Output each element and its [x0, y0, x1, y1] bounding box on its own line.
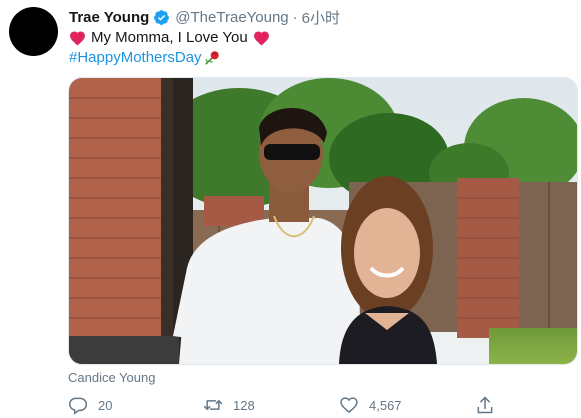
tweet-timestamp[interactable]: 6小时	[302, 7, 340, 28]
retweet-icon	[203, 400, 223, 410]
user-handle[interactable]: @TheTraeYoung	[175, 9, 288, 26]
retweet-button[interactable]: 128	[203, 395, 255, 415]
display-name[interactable]: Trae Young	[69, 9, 149, 26]
tweet-hashtag-line: #HappyMothersDay	[69, 48, 221, 68]
reply-button[interactable]: 20	[68, 395, 112, 415]
tweet-message: My Momma, I Love You	[91, 29, 248, 46]
red-heart-icon	[69, 30, 86, 46]
retweet-count: 128	[233, 397, 255, 413]
share-icon	[477, 396, 493, 414]
avatar[interactable]	[9, 7, 58, 56]
separator-dot: ·	[292, 8, 298, 26]
like-icon	[340, 397, 358, 414]
red-heart-icon	[253, 30, 270, 46]
like-button[interactable]: 4,567	[339, 395, 402, 415]
verified-badge-icon	[153, 9, 170, 26]
photo-caption[interactable]: Candice Young	[68, 370, 155, 385]
tweet: Trae Young @TheTraeYoung · 6小时 My Momma,…	[0, 0, 581, 418]
rose-icon	[203, 49, 221, 67]
tweet-text: My Momma, I Love You	[69, 28, 270, 48]
reply-count: 20	[98, 397, 113, 413]
tweet-header: Trae Young @TheTraeYoung · 6小时	[69, 7, 340, 27]
hashtag-link[interactable]: #HappyMothersDay	[69, 48, 202, 68]
like-count: 4,567	[369, 397, 402, 413]
share-button[interactable]	[475, 395, 505, 415]
tweet-photo[interactable]	[68, 77, 578, 365]
tweet-actions: 20 128 4,567	[68, 395, 576, 417]
reply-icon	[68, 397, 88, 415]
